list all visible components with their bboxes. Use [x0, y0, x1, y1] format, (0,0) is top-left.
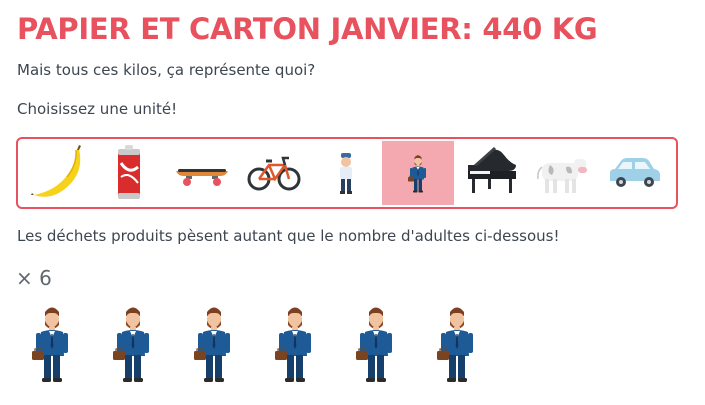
car-icon — [610, 158, 660, 187]
multiplier-label: × 6 — [16, 266, 52, 290]
result-text: Les déchets produits pèsent autant que l… — [17, 227, 560, 245]
unit-option-soda-can[interactable] — [94, 141, 166, 205]
unit-option-skateboard[interactable] — [166, 141, 238, 205]
unit-option-child[interactable] — [310, 141, 382, 205]
adult-icon — [437, 304, 477, 382]
soda-can-icon — [118, 145, 140, 199]
skateboard-icon — [176, 169, 228, 186]
bicycle-icon — [247, 156, 301, 191]
adult-icon — [194, 304, 234, 382]
page-title: PAPIER ET CARTON JANVIER: 440 KG — [17, 12, 598, 46]
unit-selector — [16, 137, 678, 209]
unit-option-piano[interactable] — [454, 141, 526, 205]
grand-piano-icon — [468, 147, 516, 193]
unit-option-bicycle[interactable] — [238, 141, 310, 205]
adult-icon — [408, 154, 427, 193]
adult-icon — [356, 304, 396, 382]
adult-icon — [32, 304, 72, 382]
unit-option-car[interactable] — [598, 141, 670, 205]
banana-icon — [31, 145, 81, 197]
unit-option-banana[interactable] — [22, 141, 94, 205]
cow-icon — [537, 159, 587, 193]
adult-icon — [113, 304, 153, 382]
unit-prompt: Choisissez une unité! — [17, 100, 178, 118]
child-icon — [340, 153, 352, 194]
unit-option-adult[interactable] — [382, 141, 454, 205]
adult-icon — [275, 304, 315, 382]
subtitle: Mais tous ces kilos, ça représente quoi? — [17, 61, 316, 79]
unit-option-cow[interactable] — [526, 141, 598, 205]
